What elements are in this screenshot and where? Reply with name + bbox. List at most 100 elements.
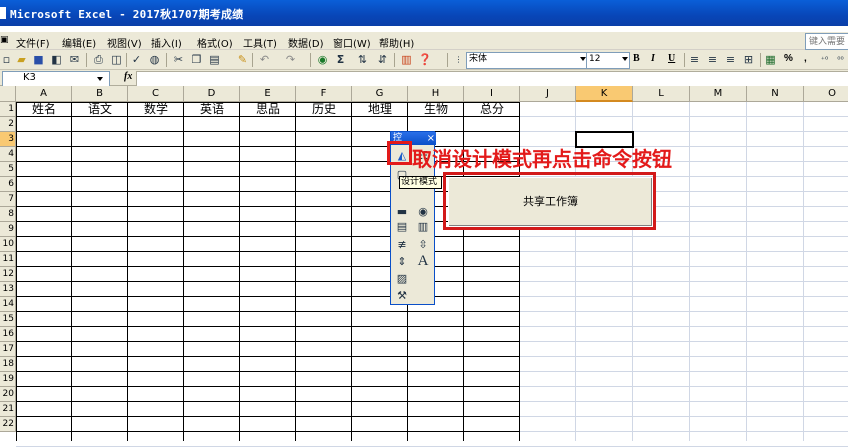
label-tool-icon[interactable]: A bbox=[415, 253, 431, 269]
menu-file[interactable]: 文件(F) bbox=[16, 35, 50, 50]
image-tool-icon[interactable]: ▨ bbox=[394, 271, 410, 287]
row-header-18[interactable]: 18 bbox=[0, 357, 16, 372]
cell-f1[interactable]: 历史 bbox=[296, 102, 352, 117]
print-icon[interactable]: ⎙ bbox=[92, 53, 105, 66]
menu-window[interactable]: 窗口(W) bbox=[333, 35, 371, 50]
align-center-icon[interactable]: ≡ bbox=[706, 53, 719, 66]
help-icon[interactable]: ❓ bbox=[418, 53, 432, 66]
option-button-tool-icon[interactable]: ◉ bbox=[415, 204, 431, 220]
cell-c1[interactable]: 数学 bbox=[128, 102, 184, 117]
merge-center-icon[interactable]: ⊞ bbox=[742, 53, 755, 66]
redo-icon[interactable]: ↷ bbox=[284, 53, 297, 66]
column-header-c[interactable]: C bbox=[128, 86, 184, 102]
row-header-17[interactable]: 17 bbox=[0, 342, 16, 357]
row-header-16[interactable]: 16 bbox=[0, 327, 16, 342]
paste-icon[interactable]: ▤ bbox=[208, 53, 221, 66]
row-header-10[interactable]: 10 bbox=[0, 237, 16, 252]
fx-icon[interactable]: fx bbox=[124, 71, 132, 82]
new-icon[interactable]: ▫ bbox=[0, 53, 13, 66]
row-header-21[interactable]: 21 bbox=[0, 402, 16, 417]
column-header-o[interactable]: O bbox=[804, 86, 848, 102]
row-header-12[interactable]: 12 bbox=[0, 267, 16, 282]
cell-e1[interactable]: 思品 bbox=[240, 102, 296, 117]
row-header-22[interactable]: 22 bbox=[0, 417, 16, 432]
menu-data[interactable]: 数据(D) bbox=[288, 35, 324, 50]
decrease-decimal-icon[interactable]: ⁰⁰ bbox=[834, 53, 847, 66]
cell-i1[interactable]: 总分 bbox=[464, 102, 520, 117]
column-header-d[interactable]: D bbox=[184, 86, 240, 102]
row-header-5[interactable]: 5 bbox=[0, 162, 16, 177]
font-size-select[interactable]: 12 bbox=[586, 52, 630, 69]
row-header-14[interactable]: 14 bbox=[0, 297, 16, 312]
menu-tools[interactable]: 工具(T) bbox=[243, 35, 277, 50]
cut-icon[interactable]: ✂ bbox=[172, 53, 185, 66]
column-header-a[interactable]: A bbox=[16, 86, 72, 102]
row-header-11[interactable]: 11 bbox=[0, 252, 16, 267]
column-header-i[interactable]: I bbox=[464, 86, 520, 102]
spin-button-tool-icon[interactable]: ⇳ bbox=[415, 237, 431, 253]
help-search-input[interactable]: 键入需要 bbox=[805, 33, 848, 50]
research-icon[interactable]: ◍ bbox=[148, 53, 161, 66]
comma-button[interactable]: , bbox=[804, 53, 807, 64]
row-header-2[interactable]: 2 bbox=[0, 117, 16, 132]
print-preview-icon[interactable]: ◫ bbox=[110, 53, 123, 66]
scrollbar-tool-icon[interactable]: ⇕ bbox=[394, 254, 410, 270]
share-workbook-command-button[interactable]: 共享工作簿 bbox=[448, 177, 653, 227]
save-icon[interactable]: ■ bbox=[32, 53, 45, 66]
cell-g1[interactable]: 地理 bbox=[352, 102, 408, 117]
row-header-20[interactable]: 20 bbox=[0, 387, 16, 402]
column-header-l[interactable]: L bbox=[633, 86, 690, 102]
cell-a1[interactable]: 姓名 bbox=[16, 102, 72, 117]
toggle-button-tool-icon[interactable]: ≢ bbox=[394, 237, 410, 253]
hyperlink-icon[interactable]: ◉ bbox=[316, 53, 329, 66]
underline-button[interactable]: U bbox=[668, 53, 675, 64]
spelling-icon[interactable]: ✓ bbox=[130, 53, 143, 66]
column-header-j[interactable]: J bbox=[520, 86, 576, 102]
column-header-e[interactable]: E bbox=[240, 86, 296, 102]
chart-wizard-icon[interactable]: ▥ bbox=[400, 53, 413, 66]
menu-insert[interactable]: 插入(I) bbox=[151, 35, 182, 50]
italic-button[interactable]: I bbox=[651, 53, 655, 64]
menu-format[interactable]: 格式(O) bbox=[197, 35, 233, 50]
row-header-9[interactable]: 9 bbox=[0, 222, 16, 237]
row-header-19[interactable]: 19 bbox=[0, 372, 16, 387]
column-header-k[interactable]: K bbox=[576, 86, 633, 102]
sort-ascending-icon[interactable]: ⇅ bbox=[356, 53, 369, 66]
listbox-tool-icon[interactable]: ▤ bbox=[394, 219, 410, 235]
row-header-4[interactable]: 4 bbox=[0, 147, 16, 162]
bold-button[interactable]: B bbox=[633, 53, 640, 64]
row-header-8[interactable]: 8 bbox=[0, 207, 16, 222]
row-header-3[interactable]: 3 bbox=[0, 132, 16, 147]
name-box[interactable]: K3 bbox=[2, 71, 110, 87]
row-header-7[interactable]: 7 bbox=[0, 192, 16, 207]
cell-b1[interactable]: 语文 bbox=[72, 102, 128, 117]
cell-d1[interactable]: 英语 bbox=[184, 102, 240, 117]
font-name-select[interactable]: 宋体 bbox=[466, 52, 588, 69]
row-header-6[interactable]: 6 bbox=[0, 177, 16, 192]
column-header-n[interactable]: N bbox=[747, 86, 804, 102]
column-header-f[interactable]: F bbox=[296, 86, 352, 102]
column-header-h[interactable]: H bbox=[408, 86, 464, 102]
menu-help[interactable]: 帮助(H) bbox=[379, 35, 414, 50]
percent-button[interactable]: % bbox=[784, 53, 793, 64]
autosum-icon[interactable]: Σ bbox=[334, 53, 347, 66]
toolbar-options-icon[interactable]: ⋮ bbox=[452, 53, 465, 66]
textbox-tool-icon[interactable]: ▬ bbox=[394, 204, 410, 220]
undo-icon[interactable]: ↶ bbox=[258, 53, 271, 66]
cell-h1[interactable]: 生物 bbox=[408, 102, 464, 117]
increase-decimal-icon[interactable]: ⁺⁰ bbox=[818, 53, 831, 66]
column-header-b[interactable]: B bbox=[72, 86, 128, 102]
sort-descending-icon[interactable]: ⇵ bbox=[376, 53, 389, 66]
mail-icon[interactable]: ✉ bbox=[68, 53, 81, 66]
menu-edit[interactable]: 编辑(E) bbox=[62, 35, 96, 50]
permission-icon[interactable]: ◧ bbox=[50, 53, 63, 66]
select-all-corner[interactable] bbox=[0, 86, 16, 102]
open-icon[interactable]: ▰ bbox=[15, 53, 28, 66]
format-painter-icon[interactable]: ✎ bbox=[236, 53, 249, 66]
column-header-g[interactable]: G bbox=[352, 86, 408, 102]
combobox-tool-icon[interactable]: ▥ bbox=[415, 219, 431, 235]
align-right-icon[interactable]: ≡ bbox=[724, 53, 737, 66]
more-controls-icon[interactable]: ⚒ bbox=[394, 288, 410, 304]
copy-icon[interactable]: ❐ bbox=[190, 53, 203, 66]
column-header-m[interactable]: M bbox=[690, 86, 747, 102]
